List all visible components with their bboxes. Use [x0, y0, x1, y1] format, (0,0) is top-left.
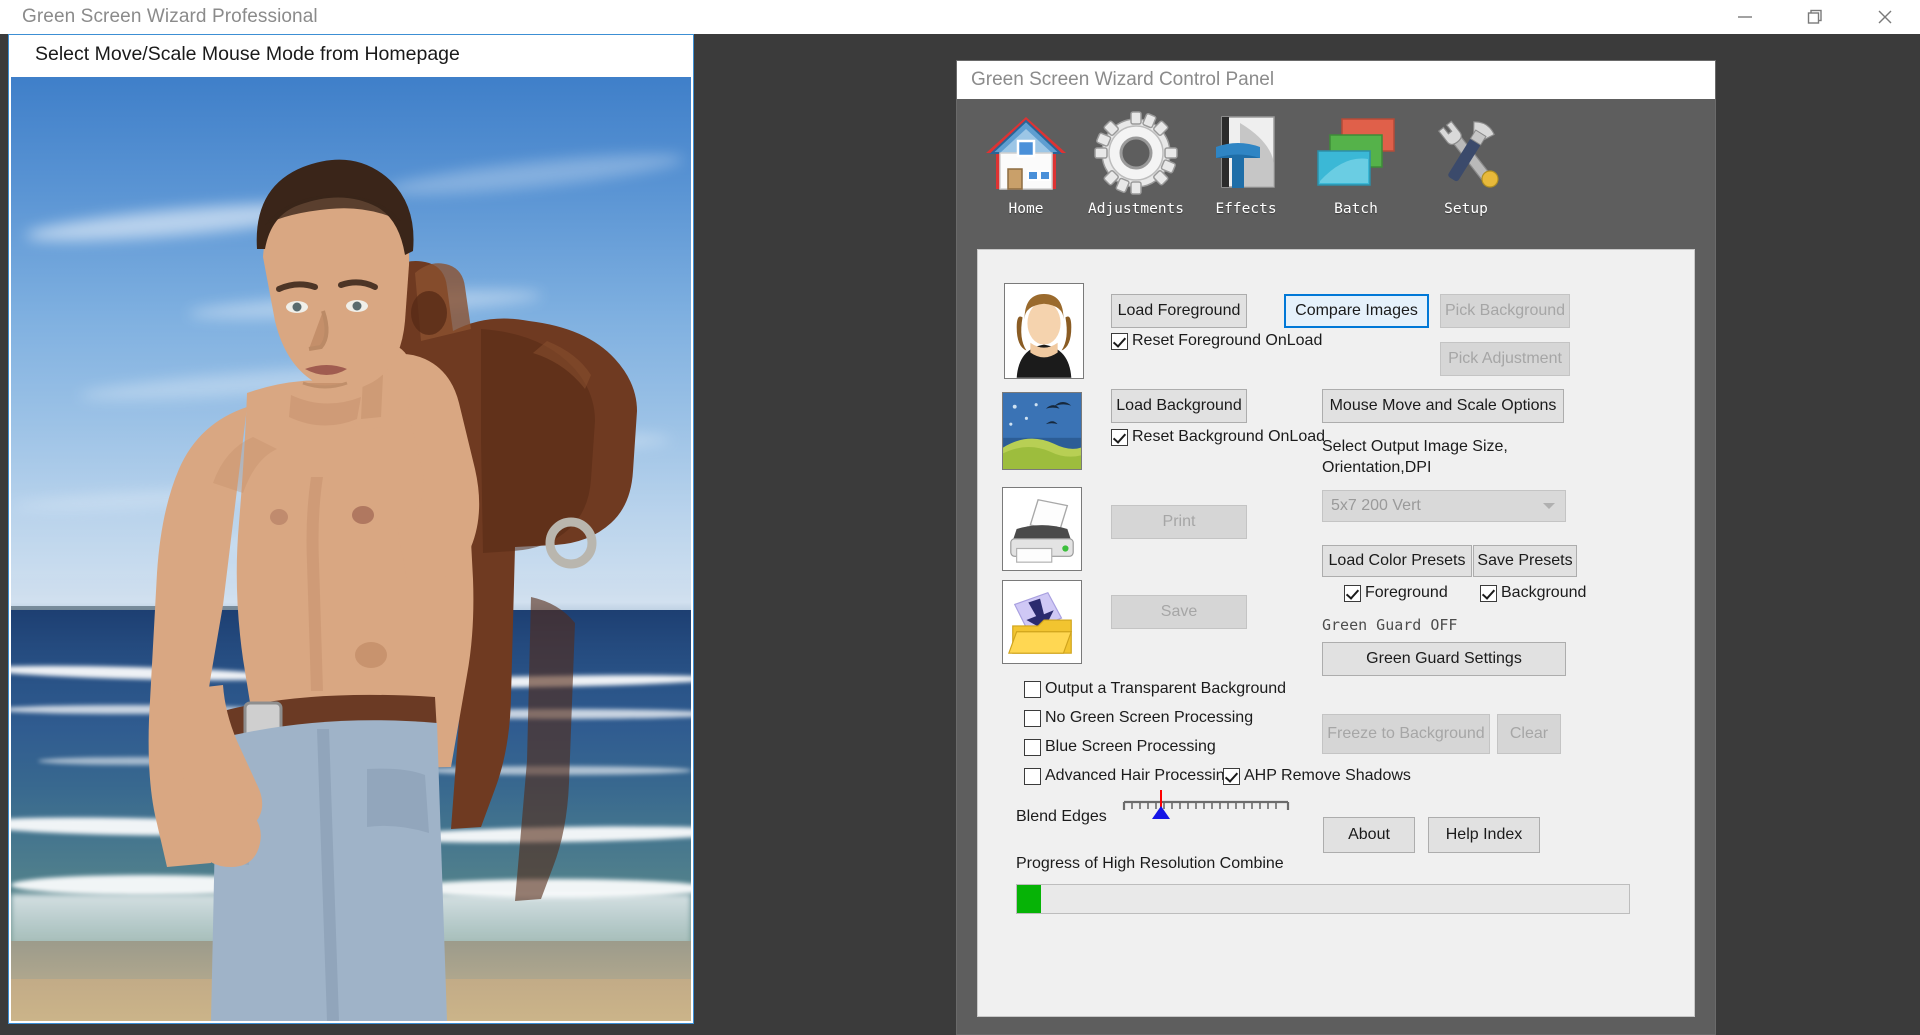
- output-transparent-background-checkbox[interactable]: Output a Transparent Background: [1024, 680, 1286, 698]
- tools-icon: [1420, 107, 1512, 199]
- blue-screen-processing-checkbox[interactable]: Blue Screen Processing: [1024, 738, 1216, 756]
- toolbar-label-batch: Batch: [1334, 201, 1378, 217]
- preset-background-checkbox[interactable]: Background: [1480, 584, 1586, 602]
- toolbar-item-home[interactable]: Home: [971, 107, 1081, 217]
- ahp-remove-shadows-checkbox[interactable]: AHP Remove Shadows: [1223, 767, 1411, 785]
- no-green-screen-processing-checkbox[interactable]: No Green Screen Processing: [1024, 709, 1253, 727]
- checkbox-label: AHP Remove Shadows: [1244, 767, 1411, 784]
- checkbox-label: Advanced Hair Processing: [1045, 767, 1234, 784]
- restore-icon[interactable]: [1780, 0, 1850, 34]
- reset-foreground-onload-checkbox[interactable]: Reset Foreground OnLoad: [1111, 332, 1322, 350]
- app-title: Green Screen Wizard Professional: [22, 6, 318, 27]
- load-foreground-button[interactable]: Load Foreground: [1111, 294, 1247, 328]
- checkbox-label: Blue Screen Processing: [1045, 738, 1216, 755]
- background-thumbnail[interactable]: [1002, 392, 1082, 470]
- checkbox-box: [1024, 709, 1041, 727]
- checkbox-label: Reset Foreground OnLoad: [1132, 332, 1323, 349]
- checkbox-label: Foreground: [1365, 584, 1448, 601]
- text-effects-icon: [1200, 107, 1292, 199]
- stacked-squares-icon: [1310, 107, 1402, 199]
- toolbar-label-setup: Setup: [1444, 201, 1488, 217]
- foreground-subject: [148, 159, 637, 1021]
- checkbox-box: [1111, 332, 1128, 350]
- application-window: Green Screen Wizard Professional Select …: [0, 0, 1920, 1035]
- pick-adjustment-button[interactable]: Pick Adjustment: [1440, 342, 1570, 376]
- freeze-to-background-button[interactable]: Freeze to Background: [1322, 714, 1490, 754]
- help-index-button[interactable]: Help Index: [1428, 817, 1540, 853]
- checkbox-box: [1480, 584, 1497, 602]
- gear-icon: [1090, 107, 1182, 199]
- load-color-presets-button[interactable]: Load Color Presets: [1322, 545, 1472, 577]
- control-panel-title: Green Screen Wizard Control Panel: [971, 69, 1275, 90]
- blend-edges-slider[interactable]: [1121, 788, 1291, 830]
- print-button[interactable]: Print: [1111, 505, 1247, 539]
- checkbox-box: [1111, 428, 1128, 446]
- control-panel-body: Load Foreground Compare Images Pick Back…: [977, 249, 1695, 1017]
- checkbox-box: [1024, 767, 1041, 785]
- title-bar: Green Screen Wizard Professional: [0, 0, 1920, 34]
- advanced-hair-processing-checkbox[interactable]: Advanced Hair Processing: [1024, 767, 1234, 785]
- save-thumbnail[interactable]: [1002, 580, 1082, 664]
- window-controls: [1710, 0, 1920, 34]
- high-resolution-combine-progressbar: [1016, 884, 1630, 914]
- about-button[interactable]: About: [1323, 817, 1415, 853]
- blend-edges-label: Blend Edges: [1016, 808, 1107, 825]
- control-panel-titlebar: Green Screen Wizard Control Panel: [957, 61, 1715, 99]
- save-button[interactable]: Save: [1111, 595, 1247, 629]
- close-icon[interactable]: [1850, 0, 1920, 34]
- composite-image-preview[interactable]: [11, 77, 691, 1021]
- preview-header: Select Move/Scale Mouse Mode from Homepa…: [9, 35, 693, 75]
- home-icon: [980, 107, 1072, 199]
- output-size-select[interactable]: 5x7 200 Vert: [1322, 490, 1566, 522]
- mouse-move-scale-options-button[interactable]: Mouse Move and Scale Options: [1322, 389, 1564, 423]
- progress-fill: [1017, 885, 1042, 913]
- preview-window: Select Move/Scale Mouse Mode from Homepa…: [8, 34, 694, 1024]
- checkbox-label: Output a Transparent Background: [1045, 680, 1287, 697]
- minimize-icon[interactable]: [1710, 0, 1780, 34]
- compare-images-button[interactable]: Compare Images: [1284, 294, 1429, 328]
- checkbox-label: Reset Background OnLoad: [1132, 428, 1326, 445]
- checkbox-label: Background: [1501, 584, 1587, 601]
- green-guard-settings-button[interactable]: Green Guard Settings: [1322, 642, 1566, 676]
- load-background-button[interactable]: Load Background: [1111, 389, 1247, 423]
- reset-background-onload-checkbox[interactable]: Reset Background OnLoad: [1111, 428, 1325, 446]
- checkbox-box: [1024, 738, 1041, 756]
- checkbox-label: No Green Screen Processing: [1045, 709, 1254, 726]
- green-guard-status: Green Guard OFF: [1322, 616, 1458, 634]
- save-presets-button[interactable]: Save Presets: [1473, 545, 1577, 577]
- print-thumbnail[interactable]: [1002, 487, 1082, 571]
- output-size-value: 5x7 200 Vert: [1331, 497, 1421, 514]
- preset-foreground-checkbox[interactable]: Foreground: [1344, 584, 1448, 602]
- checkbox-box: [1344, 584, 1361, 602]
- checkbox-box: [1223, 767, 1240, 785]
- head: [256, 159, 414, 391]
- control-panel-window: Green Screen Wizard Control Panel Home A…: [956, 60, 1716, 1035]
- chevron-down-icon: [1543, 503, 1555, 509]
- toolbar-item-setup[interactable]: Setup: [1411, 107, 1521, 217]
- checkbox-box: [1024, 680, 1041, 698]
- toolbar-label-effects: Effects: [1215, 201, 1277, 217]
- toolbar-item-adjustments[interactable]: Adjustments: [1081, 107, 1191, 217]
- preview-header-text: Select Move/Scale Mouse Mode from Homepa…: [35, 43, 460, 65]
- toolbar-item-effects[interactable]: Effects: [1191, 107, 1301, 217]
- pick-background-button[interactable]: Pick Background: [1440, 294, 1570, 328]
- progress-label: Progress of High Resolution Combine: [1016, 855, 1284, 872]
- toolbar-item-batch[interactable]: Batch: [1301, 107, 1411, 217]
- clear-button[interactable]: Clear: [1497, 714, 1561, 754]
- toolbar-label-adjustments: Adjustments: [1087, 201, 1185, 217]
- toolbar-label-home: Home: [1008, 201, 1044, 217]
- output-size-label: Select Output Image Size, Orientation,DP…: [1322, 438, 1508, 476]
- control-panel-toolbar: Home Adjustments Effects Batch Setup: [957, 99, 1715, 231]
- foreground-thumbnail[interactable]: [1004, 283, 1084, 379]
